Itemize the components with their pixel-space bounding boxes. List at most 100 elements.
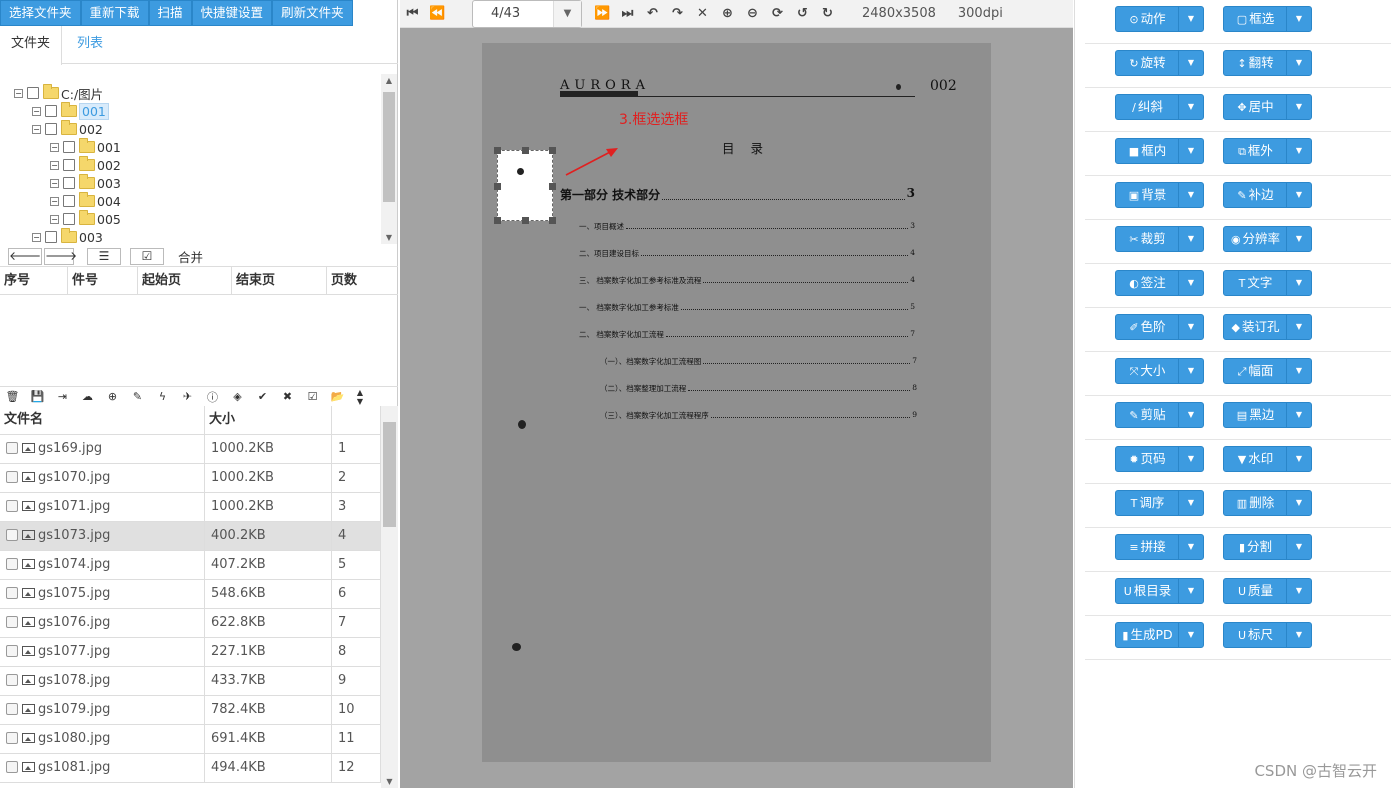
action-button[interactable]: ✥ 居中 ▼ — [1223, 94, 1312, 120]
tree-node[interactable]: − 003 — [50, 174, 121, 192]
save-icon[interactable]: 💾 — [25, 390, 50, 403]
redo-icon[interactable]: ↷ — [665, 6, 690, 21]
action-button[interactable]: ✎ 剪贴 ▼ — [1115, 402, 1204, 428]
scroll-down-icon[interactable]: ▼ — [381, 233, 397, 242]
action-button-main[interactable]: ▮ 分割 — [1224, 535, 1287, 559]
arrow-left-icon[interactable]: 🡐 — [8, 247, 42, 265]
resize-handle[interactable] — [549, 183, 556, 190]
tree-scroll-thumb[interactable] — [383, 92, 395, 202]
arrow-right-icon[interactable]: 🡒 — [44, 247, 77, 265]
caret-down-icon[interactable]: ▼ — [1178, 7, 1203, 31]
chevron-down-icon[interactable]: ▼ — [553, 0, 581, 27]
check-icon[interactable]: ☑ — [130, 247, 164, 265]
action-button[interactable]: T 调序 ▼ — [1115, 490, 1204, 516]
file-scroll-thumb[interactable] — [383, 422, 396, 527]
tree-checkbox[interactable] — [63, 213, 75, 225]
action-button[interactable]: ⤧ 大小 ▼ — [1115, 358, 1204, 384]
caret-down-icon[interactable]: ▼ — [1178, 535, 1203, 559]
caret-down-icon[interactable]: ▼ — [1286, 403, 1311, 427]
row-checkbox[interactable] — [6, 645, 18, 657]
scroll-up-icon[interactable]: ▲ — [381, 76, 397, 85]
action-button[interactable]: U 根目录 ▼ — [1115, 578, 1204, 604]
resize-handle[interactable] — [494, 147, 501, 154]
table-row[interactable]: gs1070.jpg 1000.2KB 2 — [0, 464, 381, 493]
selection-box[interactable] — [494, 147, 556, 224]
action-button[interactable]: ✎ 补边 ▼ — [1223, 182, 1312, 208]
action-button-main[interactable]: ▣ 背景 — [1116, 183, 1179, 207]
trash-icon[interactable]: 🗑 — [0, 390, 25, 403]
caret-down-icon[interactable]: ▼ — [1178, 491, 1203, 515]
close-icon[interactable]: ✕ — [690, 6, 715, 21]
collapse-icon[interactable]: − — [50, 142, 59, 152]
resize-handle[interactable] — [494, 183, 501, 190]
action-button-main[interactable]: T 文字 — [1224, 271, 1287, 295]
action-button-main[interactable]: U 标尺 — [1224, 623, 1287, 647]
row-checkbox[interactable] — [6, 500, 18, 512]
caret-down-icon[interactable]: ▼ — [1286, 535, 1311, 559]
action-button[interactable]: U 质量 ▼ — [1223, 578, 1312, 604]
folder-open-icon[interactable]: 📂 — [325, 390, 350, 403]
action-button[interactable]: ↕ 翻转 ▼ — [1223, 50, 1312, 76]
tree-checkbox[interactable] — [45, 231, 57, 243]
action-button[interactable]: U 标尺 ▼ — [1223, 622, 1312, 648]
action-button[interactable]: ⤢ 幅面 ▼ — [1223, 358, 1312, 384]
select-folder-button[interactable]: 选择文件夹 — [0, 0, 81, 26]
tree-checkbox[interactable] — [45, 123, 57, 135]
caret-down-icon[interactable]: ▼ — [1286, 183, 1311, 207]
resize-handle[interactable] — [494, 217, 501, 224]
tree-checkbox[interactable] — [27, 87, 39, 99]
action-button-main[interactable]: ⤧ 大小 — [1116, 359, 1179, 383]
caret-down-icon[interactable]: ▼ — [1178, 359, 1203, 383]
next-page-icon[interactable]: ⏩ — [590, 6, 615, 21]
caret-down-icon[interactable]: ▼ — [1286, 7, 1311, 31]
collapse-icon[interactable]: − — [14, 88, 23, 98]
action-button-main[interactable]: ∕ 纠斜 — [1116, 95, 1179, 119]
action-button-main[interactable]: ↻ 旋转 — [1116, 51, 1179, 75]
action-button-main[interactable]: ✎ 剪贴 — [1116, 403, 1179, 427]
caret-down-icon[interactable]: ▼ — [1286, 359, 1311, 383]
action-button[interactable]: ↻ 旋转 ▼ — [1115, 50, 1204, 76]
action-button-main[interactable]: ✎ 补边 — [1224, 183, 1287, 207]
caret-down-icon[interactable]: ▼ — [1178, 447, 1203, 471]
rotate-right-icon[interactable]: ↻ — [815, 6, 840, 21]
caret-down-icon[interactable]: ▼ — [1286, 95, 1311, 119]
action-button[interactable]: ▣ 背景 ▼ — [1115, 182, 1204, 208]
action-button[interactable]: ⊙ 动作 ▼ — [1115, 6, 1204, 32]
scan-button[interactable]: 扫描 — [148, 0, 192, 26]
action-button-main[interactable]: U 根目录 — [1116, 579, 1179, 603]
last-page-icon[interactable]: ⏭ — [615, 6, 640, 21]
action-button-main[interactable]: ✥ 居中 — [1224, 95, 1287, 119]
action-button-main[interactable]: ≡ 拼接 — [1116, 535, 1179, 559]
caret-down-icon[interactable]: ▼ — [1286, 491, 1311, 515]
tree-checkbox[interactable] — [45, 105, 57, 117]
collapse-icon[interactable]: − — [50, 214, 59, 224]
action-button[interactable]: ✂ 裁剪 ▼ — [1115, 226, 1204, 252]
caret-down-icon[interactable]: ▼ — [1178, 95, 1203, 119]
caret-down-icon[interactable]: ▼ — [1286, 51, 1311, 75]
collapse-icon[interactable]: − — [32, 124, 41, 134]
collapse-icon[interactable]: − — [32, 106, 41, 116]
tree-checkbox[interactable] — [63, 141, 75, 153]
tree-node[interactable]: − C:/图片 — [14, 84, 103, 102]
action-button[interactable]: ◆ 装订孔 ▼ — [1223, 314, 1312, 340]
undo-icon[interactable]: ↶ — [640, 6, 665, 21]
bolt-icon[interactable]: ϟ — [150, 390, 175, 403]
action-button-main[interactable]: ▥ 删除 — [1224, 491, 1287, 515]
check-mark-icon[interactable]: ✔ — [250, 390, 275, 403]
prev-page-icon[interactable]: ⏪ — [425, 6, 450, 21]
tree-checkbox[interactable] — [63, 177, 75, 189]
action-button-main[interactable]: ✐ 色阶 — [1116, 315, 1179, 339]
caret-down-icon[interactable]: ▼ — [1286, 227, 1311, 251]
action-button[interactable]: ▮ 生成PD ▼ — [1115, 622, 1204, 648]
rotate-left-icon[interactable]: ↺ — [790, 6, 815, 21]
list-icon[interactable]: ☰ — [87, 247, 121, 265]
action-button[interactable]: ▤ 黑边 ▼ — [1223, 402, 1312, 428]
action-button[interactable]: ▥ 删除 ▼ — [1223, 490, 1312, 516]
caret-down-icon[interactable]: ▼ — [1178, 623, 1203, 647]
row-checkbox[interactable] — [6, 703, 18, 715]
tree-node[interactable]: − 005 — [50, 210, 121, 228]
page-select[interactable]: 4/43 ▼ — [472, 0, 582, 28]
table-row[interactable]: gs1081.jpg 494.4KB 12 — [0, 754, 381, 783]
caret-down-icon[interactable]: ▼ — [1178, 315, 1203, 339]
tree-node[interactable]: − 002 — [50, 156, 121, 174]
